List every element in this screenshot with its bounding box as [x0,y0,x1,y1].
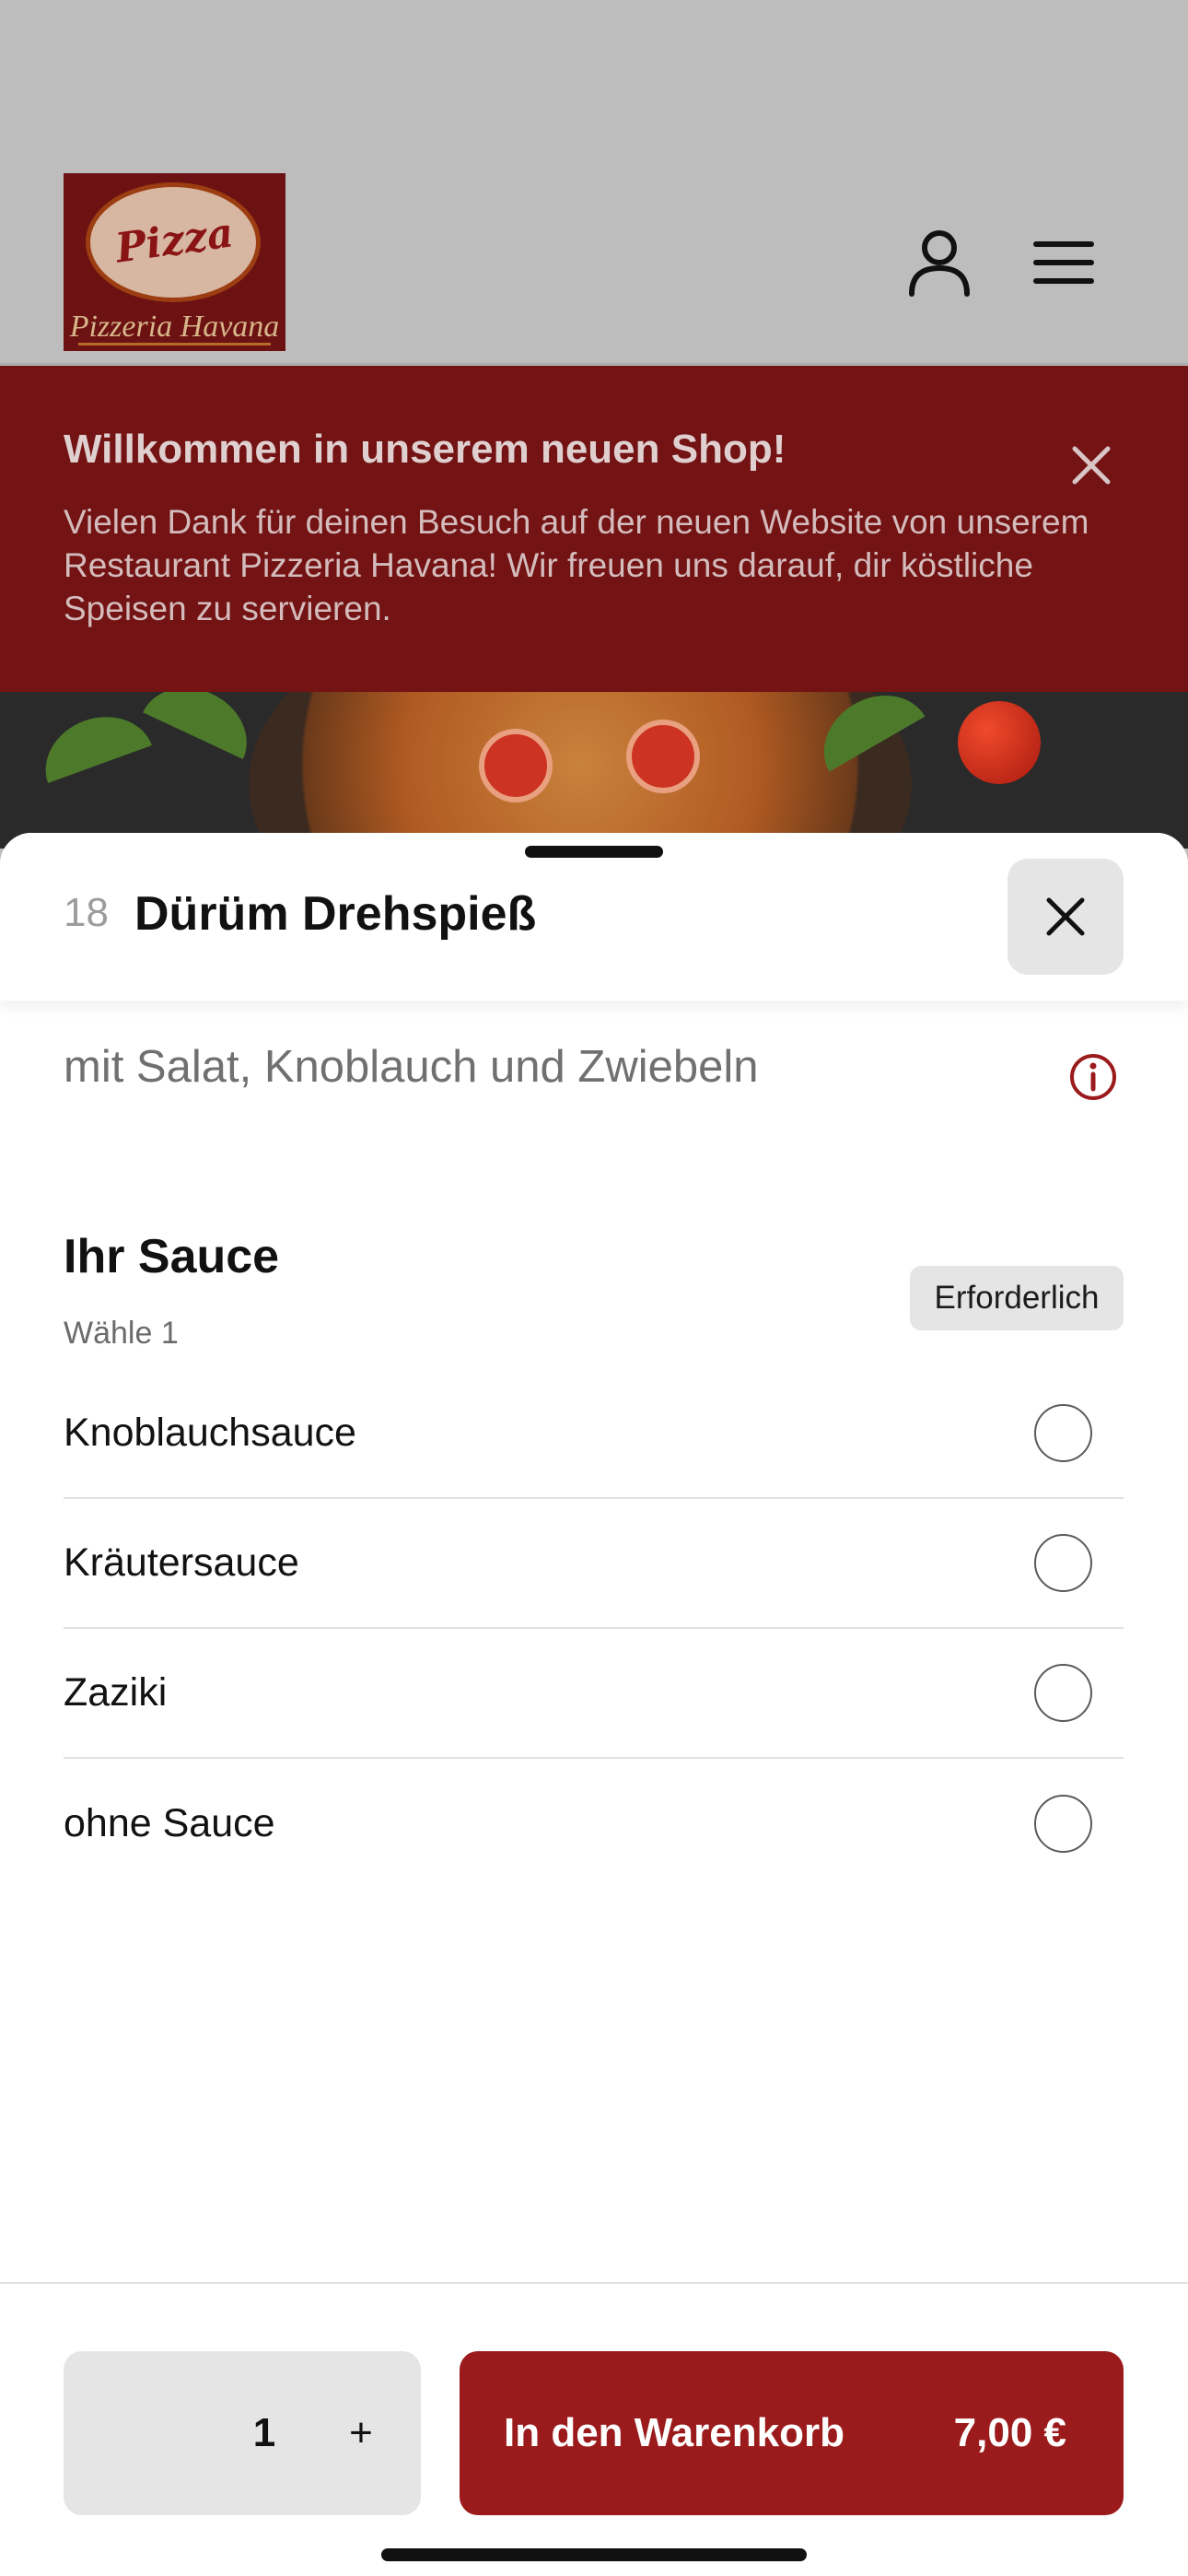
option-label: ohne Sauce [64,1801,275,1845]
menu-icon[interactable] [1027,221,1101,304]
radio-button[interactable] [1034,1664,1092,1722]
sauce-option-ohne-sauce[interactable]: ohne Sauce [64,1759,1124,1889]
banner-title: Willkommen in unserem neuen Shop! [64,427,786,472]
sauce-option-kraeutersauce[interactable]: Kräutersauce [64,1499,1124,1629]
sauce-options-list: Knoblauchsauce Kräutersauce Zaziki ohne … [64,1369,1124,1889]
home-indicator [381,2548,807,2561]
tomato-slice-decor [479,729,553,802]
quantity-value: 1 [252,2410,276,2455]
radio-button[interactable] [1034,1795,1092,1853]
banner-close-icon[interactable] [1059,433,1124,498]
product-sheet: 18 Dürüm Drehspieß mit Salat, Knoblauch … [0,833,1188,2576]
sauce-option-knoblauchsauce[interactable]: Knoblauchsauce [64,1369,1124,1499]
item-description: mit Salat, Knoblauch und Zwiebeln [64,1042,759,1092]
basil-leaf-decor [143,692,262,760]
pizza-image [249,692,912,849]
sheet-footer: 1 + In den Warenkorb 7,00 € [0,2282,1188,2576]
item-number: 18 [64,890,109,935]
basil-leaf-decor [32,701,152,784]
sheet-grabber[interactable] [525,846,663,858]
tomato-slice-decor [626,720,700,793]
option-label: Zaziki [64,1670,168,1715]
site-header: Pizza Pizzeria Havana [0,0,1188,365]
radio-button[interactable] [1034,1404,1092,1462]
close-icon [1046,897,1085,936]
info-icon[interactable] [1068,1052,1118,1102]
option-label: Knoblauchsauce [64,1411,356,1455]
hero-image [0,692,1188,849]
add-to-cart-label: In den Warenkorb [504,2410,844,2455]
quantity-stepper[interactable]: 1 + [64,2351,421,2515]
sheet-header: 18 Dürüm Drehspieß [0,833,1188,1001]
radio-button[interactable] [1034,1534,1092,1592]
quantity-plus-button[interactable]: + [310,2351,412,2515]
restaurant-logo[interactable]: Pizza Pizzeria Havana [64,173,285,351]
price-label: 7,00 € [953,2410,1066,2455]
logo-name: Pizzeria Havana [69,310,280,344]
tomato-decor [958,701,1041,784]
sauce-option-zaziki[interactable]: Zaziki [64,1629,1124,1759]
option-label: Kräutersauce [64,1540,299,1585]
close-button[interactable] [1007,859,1124,975]
add-to-cart-button[interactable]: In den Warenkorb 7,00 € [460,2351,1124,2515]
logo-underline [78,343,271,345]
banner-text: Vielen Dank für deinen Besuch auf der ne… [64,503,1089,627]
required-badge: Erforderlich [910,1266,1124,1330]
user-icon[interactable] [903,221,976,304]
welcome-banner: Willkommen in unserem neuen Shop! Vielen… [0,366,1188,692]
sauce-group-subtitle: Wähle 1 [64,1316,179,1351]
sauce-group-title: Ihr Sauce [64,1230,280,1283]
item-title: Dürüm Drehspieß [134,887,537,941]
